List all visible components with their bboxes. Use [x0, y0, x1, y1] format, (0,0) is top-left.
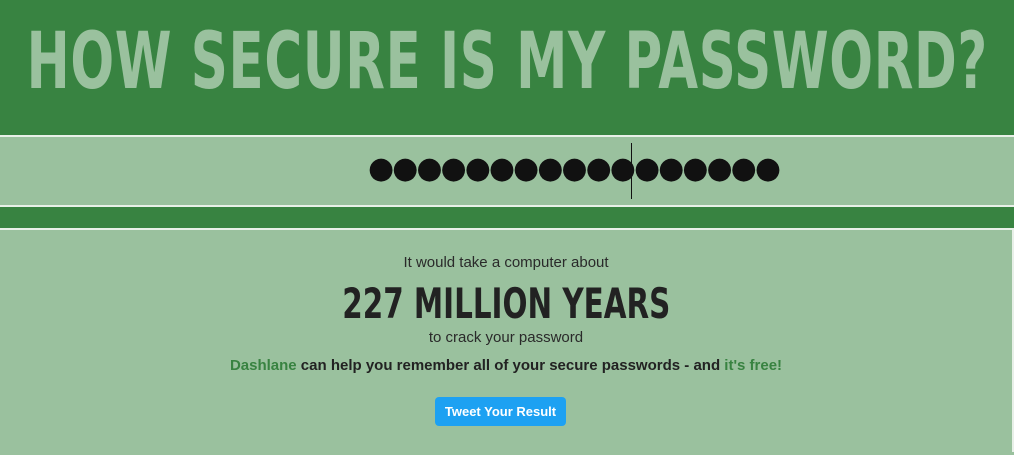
- promo-text: Dashlane can help you remember all of yo…: [0, 357, 1012, 374]
- free-link[interactable]: it's free!: [724, 357, 782, 374]
- result-lead-text: It would take a computer about: [403, 254, 609, 271]
- password-input[interactable]: ●●●●●●●●●●●●●●●●●: [368, 149, 781, 189]
- result-crack-text: to crack your password: [428, 329, 584, 346]
- site-header: HOW SECURE IS MY PASSWORD?: [0, 0, 1014, 137]
- divider-band: [0, 207, 1014, 230]
- promo-middle-text: can help you remember all of your secure…: [296, 357, 725, 374]
- password-input-row[interactable]: ●●●●●●●●●●●●●●●●●: [0, 137, 1014, 207]
- tweet-result-button[interactable]: Tweet Your Result: [435, 397, 566, 426]
- crack-time: 227 MILLION YEARS: [0, 279, 1012, 329]
- page-title: HOW SECURE IS MY PASSWORD?: [26, 16, 988, 107]
- text-cursor: [631, 143, 632, 199]
- crack-time-value: 227 MILLION YEARS: [342, 279, 670, 328]
- dashlane-link[interactable]: Dashlane: [230, 357, 297, 374]
- result-panel: It would take a computer about 227 MILLI…: [0, 230, 1014, 452]
